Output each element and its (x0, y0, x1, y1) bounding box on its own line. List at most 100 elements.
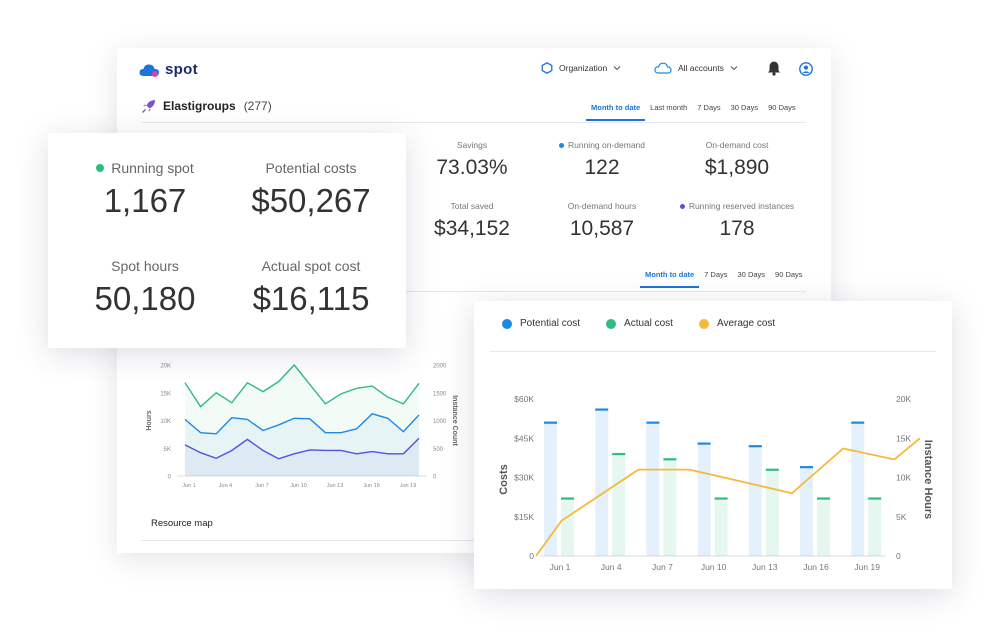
x-tick-label: Jun 19 (400, 483, 417, 489)
bar-actual-cost (714, 498, 728, 556)
y2-tick-label: 1500 (433, 391, 447, 397)
y-axis-label: Hours (146, 410, 153, 430)
legend-dot (698, 318, 709, 329)
x-tick-label: Jun 13 (752, 562, 778, 572)
bar-cap-actual-cost (765, 468, 779, 471)
stat-on-demand-hours: On-demand hours 10,587 (542, 201, 662, 241)
status-dot (96, 164, 105, 172)
stat-label: Actual spot cost (261, 258, 361, 274)
accounts-selector[interactable]: All accounts (654, 62, 738, 74)
bar-cap-potential-cost (800, 466, 813, 469)
y-tick-label: $60K (514, 394, 534, 404)
y-tick-label: 20K (160, 364, 171, 370)
stat-label: Total saved (450, 201, 494, 211)
y2-tick-label: 500 (433, 447, 444, 453)
bar-potential-cost (697, 443, 711, 556)
x-tick-label: Jun 16 (363, 483, 380, 489)
bar-cap-potential-cost (697, 442, 711, 445)
tab-month-to-date[interactable]: Month to date (586, 103, 646, 121)
tab-7-days[interactable]: 7 Days (692, 103, 725, 112)
bar-potential-cost (851, 422, 865, 556)
stat-value: $16,115 (252, 280, 370, 317)
y-axis-label: Costs (498, 464, 510, 495)
x-tick-label: Jun 4 (601, 562, 622, 572)
x-tick-label: Jun 16 (803, 562, 829, 572)
y-tick-label: 0 (529, 551, 534, 561)
accounts-label: All accounts (678, 63, 724, 73)
elastigroup-rocket-icon (142, 100, 155, 113)
bar-potential-cost (595, 409, 609, 556)
stat-spot-hours: Spot hours 50,180 (60, 258, 230, 318)
legend-potential-cost[interactable]: Potential cost (502, 318, 580, 329)
status-dot (558, 142, 564, 148)
stat-label: Savings (456, 140, 488, 150)
x-tick-label: Jun 7 (652, 562, 673, 572)
stat-total-saved: Total saved $34,152 (412, 201, 532, 241)
section-count: (277) (243, 99, 272, 113)
cost-chart-card: Potential cost Actual cost Average cost … (474, 301, 952, 589)
organization-icon (541, 62, 553, 74)
stat-actual-spot-cost: Actual spot cost $16,115 (226, 258, 396, 318)
tab-last-month[interactable]: Last month (645, 103, 692, 112)
logo[interactable]: spot (139, 61, 198, 78)
spot-cloud-icon (139, 63, 159, 77)
y2-tick-label: 5K (896, 512, 907, 522)
user-avatar-icon[interactable] (799, 62, 813, 76)
legend-label: Potential cost (520, 318, 581, 329)
bar-cap-actual-cost (868, 497, 882, 500)
legend-dot (502, 318, 512, 329)
section-title: Elastigroups (163, 99, 236, 113)
bar-cap-potential-cost (544, 421, 557, 424)
tab-30-days[interactable]: 30 Days (726, 103, 764, 112)
x-tick-label: Jun 1 (182, 483, 195, 489)
bar-cap-potential-cost (595, 408, 609, 411)
bar-cap-potential-cost (646, 421, 660, 424)
legend-label: Actual cost (624, 318, 673, 329)
organization-selector[interactable]: Organization (541, 62, 621, 74)
stat-label: Spot hours (111, 258, 179, 274)
stat-value: 1,167 (103, 182, 187, 219)
legend-average-cost[interactable]: Average cost (698, 318, 776, 329)
y2-tick-label: 1000 (433, 419, 447, 425)
bell-icon[interactable] (767, 60, 781, 76)
tab-7-days[interactable]: 7 Days (699, 270, 732, 279)
y2-tick-label: 2000 (433, 364, 447, 370)
bar-cap-actual-cost (561, 497, 574, 500)
legend-actual-cost[interactable]: Actual cost (606, 318, 673, 329)
stat-on-demand-cost: On-demand cost $1,890 (677, 140, 797, 180)
tab-90-days[interactable]: 90 Days (770, 270, 808, 279)
legend-label: Average cost (716, 318, 776, 329)
tab-month-to-date[interactable]: Month to date (640, 270, 700, 288)
period-tabs: Month to date Last month 7 Days 30 Days … (586, 103, 801, 121)
y2-tick-label: 0 (896, 551, 901, 561)
chevron-down-icon (613, 66, 621, 71)
y-tick-label: $30K (514, 473, 534, 483)
bar-actual-cost (561, 498, 574, 556)
y2-tick-label: 15K (896, 433, 911, 443)
stat-label: Running reserved instances (688, 201, 795, 211)
bar-actual-cost (765, 469, 779, 556)
bar-potential-cost (748, 446, 762, 556)
bar-cap-actual-cost (817, 497, 830, 500)
y-tick-label: 15K (160, 391, 171, 397)
tab-90-days[interactable]: 90 Days (763, 103, 801, 112)
y2-axis-label: Instance Count (451, 395, 458, 446)
bar-cap-potential-cost (748, 445, 762, 448)
status-dot (679, 203, 685, 209)
stat-value: $1,890 (704, 156, 770, 179)
tab-30-days[interactable]: 30 Days (733, 270, 771, 279)
bar-actual-cost (817, 498, 830, 556)
stat-running-on-demand: Running on-demand 122 (542, 140, 662, 180)
stage: spot Organization All accounts Elastigro… (0, 0, 1000, 638)
x-tick-label: Jun 1 (550, 562, 571, 572)
stat-label: Running on-demand (567, 140, 646, 150)
y2-tick-label: 0 (433, 475, 437, 481)
bar-cap-actual-cost (663, 458, 677, 461)
chart-legend: Potential cost Actual cost Average cost (502, 318, 775, 329)
organization-label: Organization (559, 63, 608, 73)
chevron-down-icon (730, 66, 738, 71)
x-tick-label: Jun 7 (255, 483, 268, 489)
stat-label: Running spot (111, 160, 194, 176)
stat-potential-costs: Potential costs $50,267 (226, 160, 396, 220)
stat-savings: Savings 73.03% (412, 140, 532, 180)
